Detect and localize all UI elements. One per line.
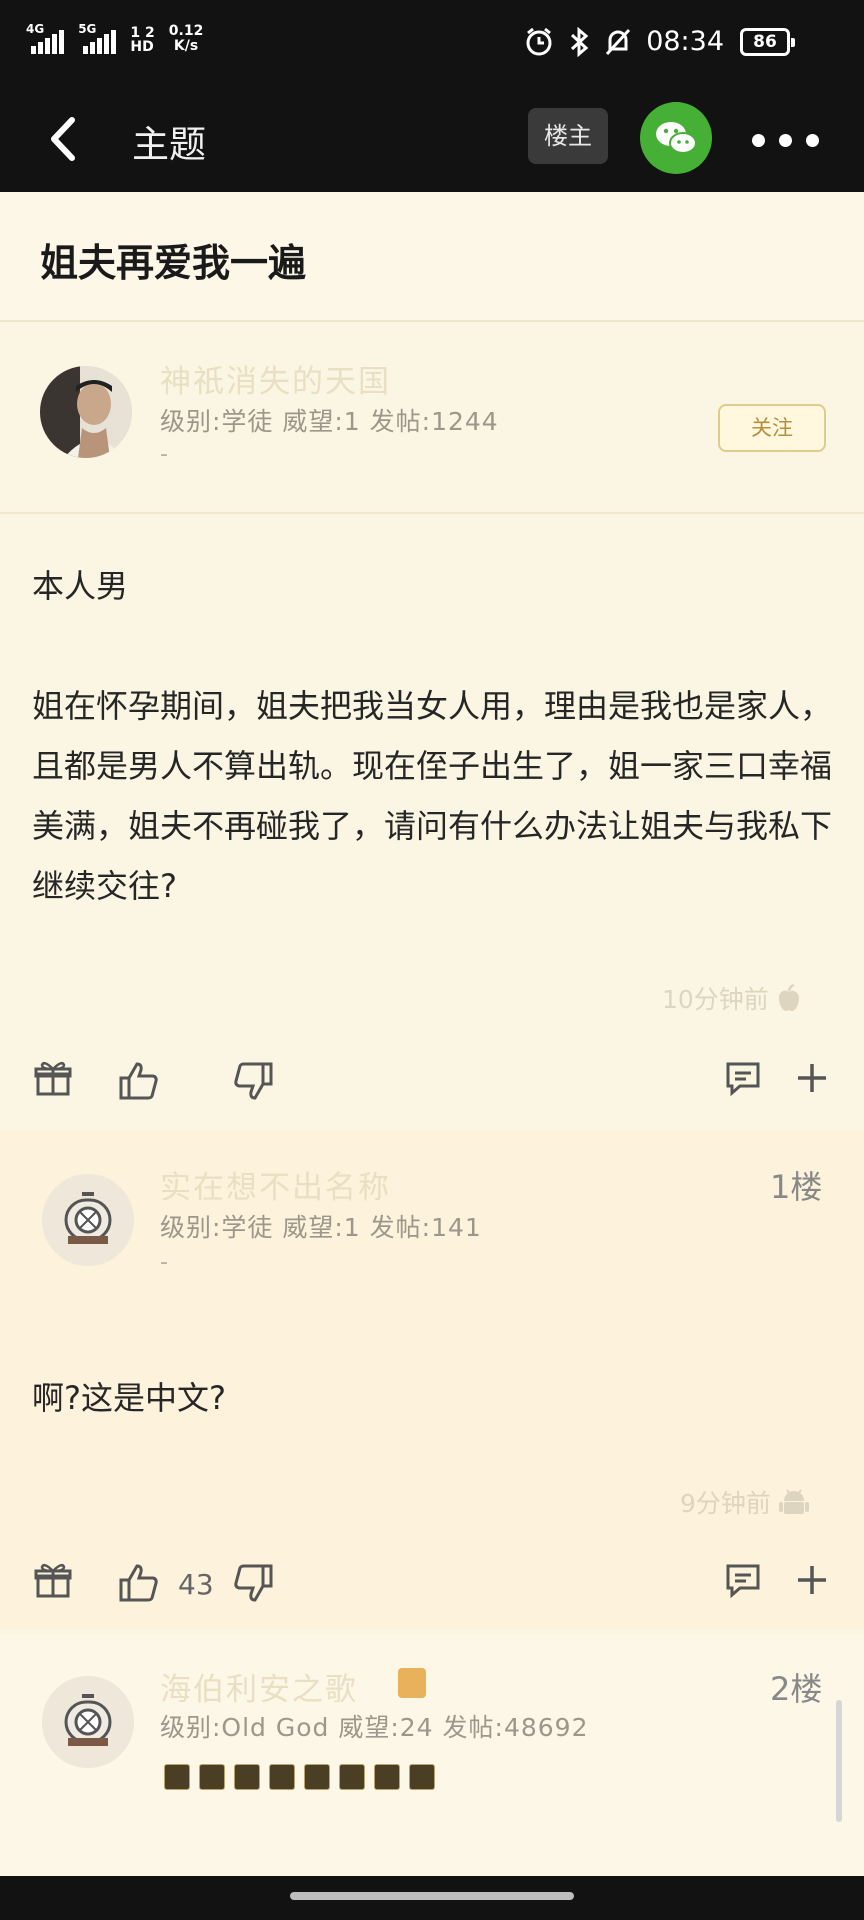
reply-time: 9分钟前 [680, 1484, 809, 1520]
plus-icon[interactable] [794, 1562, 830, 1598]
floor-number: 2楼 [770, 1670, 823, 1708]
hd-top: 1 2 [130, 25, 155, 41]
post-time-text: 10分钟前 [662, 985, 769, 1014]
apple-icon [778, 984, 799, 1011]
floor-number: 1楼 [770, 1168, 823, 1206]
avatar[interactable] [42, 1174, 134, 1266]
hd-bottom: HD [130, 39, 154, 55]
nav-title: 主题 [132, 123, 206, 166]
network-speed: 0.12 K/s [169, 24, 204, 54]
system-home-bar [0, 1876, 864, 1920]
thumbs-up-icon[interactable] [118, 1060, 160, 1102]
reply-time-text: 9分钟前 [680, 1489, 771, 1518]
home-indicator[interactable] [290, 1892, 574, 1900]
clock: 08:34 [646, 26, 724, 57]
author-name[interactable]: 实在想不出名称 [160, 1162, 391, 1207]
op-author-card: 神祇消失的天国 级别:学徒 威望:1 发帖:1244 - 关注 [0, 324, 864, 514]
reply-action-bar: 43 [0, 1548, 864, 1624]
thumbs-down-icon[interactable] [232, 1060, 274, 1102]
achievement-badge-icon [164, 1764, 190, 1790]
author-meta: 级别:学徒 威望:1 发帖:141 [160, 1213, 482, 1242]
status-bar: 4G 5G 1 2 HD 0.12 K/s 08:34 86 [0, 0, 864, 86]
back-arrow-icon[interactable] [44, 114, 84, 164]
reply-text: 啊?这是中文? [32, 1379, 226, 1417]
speed-unit: K/s [173, 38, 199, 54]
alarm-icon [526, 27, 552, 55]
post-title-bar: 姐夫再爱我一遍 [0, 192, 864, 322]
reply-floor-1: 实在想不出名称 级别:学徒 威望:1 发帖:141 - 1楼 啊?这是中文? 9… [0, 1130, 864, 1630]
default-avatar-icon [42, 1174, 134, 1266]
avatar-photo [40, 366, 132, 458]
network-5g-label: 5G [78, 22, 97, 36]
speed-value: 0.12 [168, 23, 204, 39]
battery-icon: 86 [740, 28, 795, 56]
post-action-bar [0, 1046, 864, 1122]
author-meta: 级别:学徒 威望:1 发帖:1244 [160, 407, 499, 436]
signal-4g-icon: 4G [26, 22, 65, 54]
user-title-badge [398, 1668, 426, 1698]
follow-button[interactable]: 关注 [718, 404, 826, 452]
mute-bell-icon [606, 28, 631, 55]
android-icon [778, 1489, 809, 1514]
avatar[interactable] [42, 1676, 134, 1768]
post-time: 10分钟前 [662, 980, 801, 1016]
hd-indicator: 1 2 HD [130, 26, 154, 54]
achievement-badge-icon [304, 1764, 330, 1790]
battery-level: 86 [740, 28, 795, 56]
thumbs-down-icon[interactable] [232, 1562, 274, 1604]
more-menu-icon[interactable] [752, 134, 819, 147]
achievement-badge-icon [339, 1764, 365, 1790]
achievement-badge-icon [199, 1764, 225, 1790]
top-navigation: 主题 楼主 [0, 86, 864, 192]
post-paragraph-2: 姐在怀孕期间，姐夫把我当女人用，理由是我也是家人，且都是男人不算出轨。现在侄子出… [32, 687, 833, 905]
like-count: 43 [178, 1568, 214, 1601]
bluetooth-icon [571, 26, 589, 57]
plus-icon[interactable] [794, 1060, 830, 1096]
avatar[interactable] [40, 366, 132, 458]
signal-5g-icon: 5G [78, 22, 117, 54]
comment-icon[interactable] [724, 1562, 762, 1600]
author-name[interactable]: 神祇消失的天国 [160, 356, 391, 401]
post-paragraph-1: 本人男 [32, 567, 129, 605]
gift-icon[interactable] [34, 1562, 72, 1600]
achievement-badge-icon [374, 1764, 400, 1790]
wechat-share-button[interactable] [640, 102, 712, 174]
wechat-icon [656, 122, 697, 154]
comment-icon[interactable] [724, 1060, 762, 1098]
network-4g-label: 4G [26, 22, 45, 36]
post-title: 姐夫再爱我一遍 [40, 241, 307, 285]
scrollbar[interactable] [836, 1700, 842, 1822]
reply-floor-2: 海伯利安之歌 级别:Old God 威望:24 发帖:48692 2楼 [0, 1634, 864, 1876]
achievement-badge-icon [269, 1764, 295, 1790]
op-only-button[interactable]: 楼主 [528, 108, 608, 164]
author-signature: - [160, 1250, 168, 1275]
gift-icon[interactable] [34, 1060, 72, 1098]
author-meta: 级别:Old God 威望:24 发帖:48692 [160, 1713, 589, 1742]
thumbs-up-icon[interactable] [118, 1562, 160, 1604]
author-name[interactable]: 海伯利安之歌 [160, 1664, 358, 1709]
achievement-badge-icon [234, 1764, 260, 1790]
achievement-badge-icon [409, 1764, 435, 1790]
default-avatar-icon [42, 1676, 134, 1768]
author-signature: - [160, 442, 168, 467]
